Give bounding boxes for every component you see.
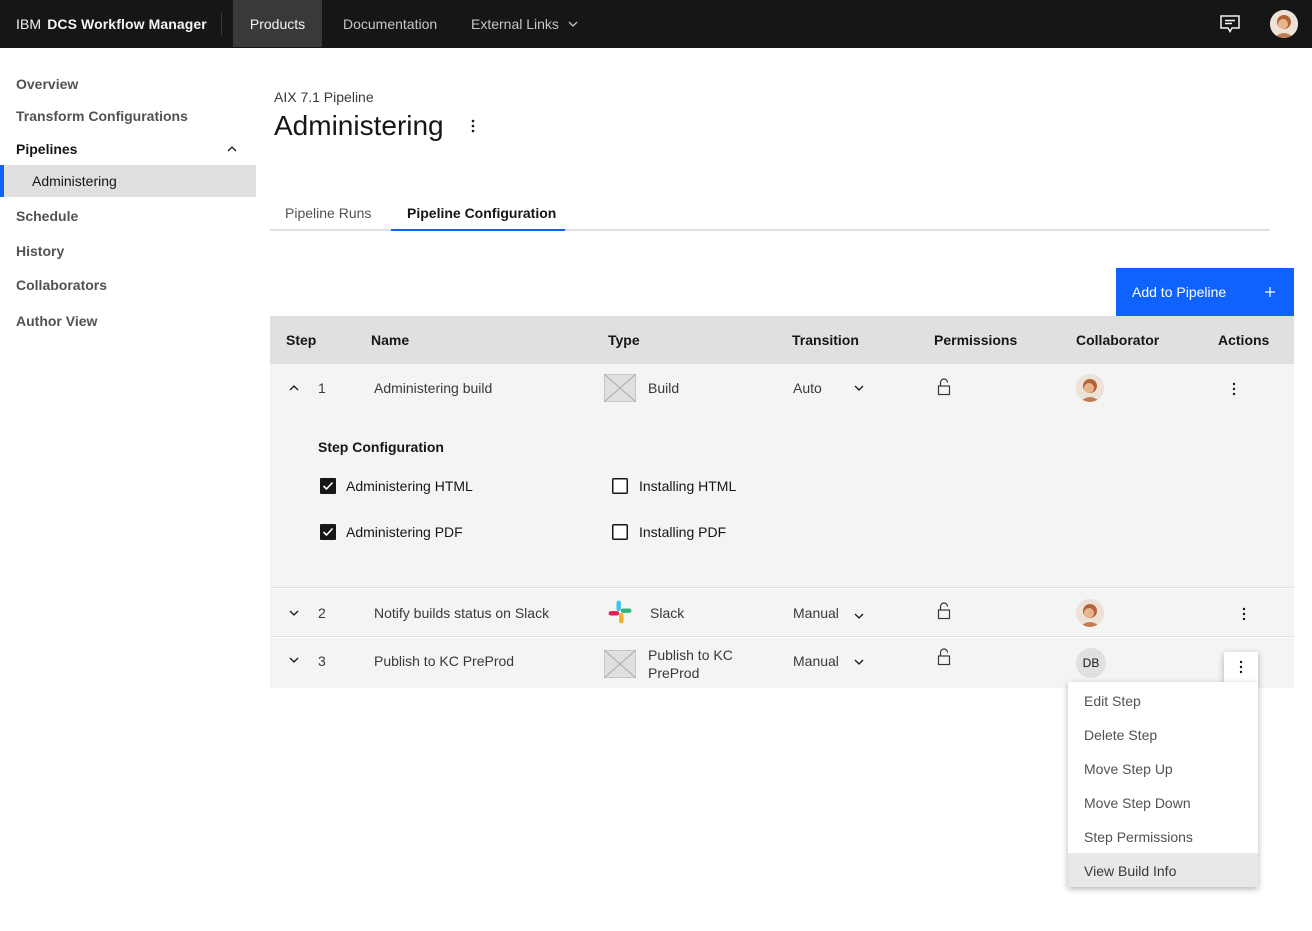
nav-products[interactable]: Products <box>233 0 322 47</box>
column-header-permissions: Permissions <box>934 332 1018 348</box>
column-header-collaborator: Collaborator <box>1076 332 1160 348</box>
sidebar-item-collaborators[interactable]: Collaborators <box>16 277 107 293</box>
image-placeholder-icon <box>604 650 636 678</box>
tab-pipeline-runs[interactable]: Pipeline Runs <box>285 195 371 231</box>
transition-select[interactable]: Manual <box>793 605 839 621</box>
user-avatar[interactable] <box>1270 10 1298 38</box>
brand[interactable]: IBM DCS Workflow Manager <box>16 0 207 47</box>
menu-item-delete-step[interactable]: Delete Step <box>1068 717 1258 751</box>
step-number: 2 <box>318 605 326 621</box>
unlock-icon[interactable] <box>937 648 951 666</box>
chevron-down-icon[interactable] <box>853 382 865 394</box>
table-header: Step Name Type Transition Permissions Co… <box>270 316 1294 364</box>
sidebar-item-administering-label: Administering <box>32 173 117 189</box>
add-to-pipeline-label: Add to Pipeline <box>1132 284 1227 300</box>
add-icon <box>1265 287 1275 297</box>
slack-icon <box>608 600 632 624</box>
nav-external-links[interactable]: External Links <box>471 0 579 47</box>
nav-documentation[interactable]: Documentation <box>343 0 437 47</box>
chat-icon[interactable] <box>1218 12 1242 36</box>
overflow-menu: Edit Step Delete Step Move Step Up Move … <box>1068 682 1258 887</box>
step-type: Build <box>648 380 680 396</box>
column-header-actions: Actions <box>1218 332 1270 348</box>
step-type: Slack <box>650 605 685 621</box>
step-type-line1: Publish to KC <box>648 647 733 663</box>
image-placeholder-icon <box>604 374 636 402</box>
overflow-menu-trigger[interactable] <box>1224 652 1258 682</box>
nav-external-links-label: External Links <box>471 15 559 32</box>
chevron-down-icon[interactable] <box>853 656 865 668</box>
transition-select[interactable]: Auto <box>793 380 822 396</box>
checkbox-installing-html[interactable] <box>612 478 628 494</box>
checkbox-label: Administering PDF <box>346 524 463 540</box>
sidebar-item-history[interactable]: History <box>16 243 64 259</box>
menu-item-move-step-down[interactable]: Move Step Down <box>1068 785 1258 819</box>
unlock-icon[interactable] <box>937 378 951 396</box>
brand-prefix: IBM <box>16 15 42 32</box>
table-row: 3 Publish to KC PreProd Publish to KC Pr… <box>270 638 1294 688</box>
step-number: 3 <box>318 653 326 669</box>
overflow-menu-icon <box>1239 660 1243 674</box>
sidebar-item-overview[interactable]: Overview <box>16 76 78 92</box>
checkbox-installing-pdf[interactable] <box>612 524 628 540</box>
breadcrumb[interactable]: AIX 7.1 Pipeline <box>274 89 374 105</box>
checkbox-administering-pdf[interactable] <box>320 524 336 540</box>
chevron-down-icon <box>568 21 578 27</box>
page-title: Administering <box>274 110 444 141</box>
brand-name: DCS Workflow Manager <box>47 15 207 32</box>
overflow-menu-icon[interactable] <box>1232 382 1236 396</box>
step-number: 1 <box>318 380 326 396</box>
sidebar-item-schedule[interactable]: Schedule <box>16 208 78 224</box>
chevron-down-icon[interactable] <box>853 610 865 622</box>
checkbox-administering-html[interactable] <box>320 478 336 494</box>
transition-select[interactable]: Manual <box>793 653 839 669</box>
menu-item-view-build-info[interactable]: View Build Info <box>1068 853 1258 887</box>
column-header-type: Type <box>608 332 640 348</box>
collaborator-avatar[interactable] <box>1076 599 1104 627</box>
column-header-transition: Transition <box>792 332 859 348</box>
header-divider <box>221 12 222 36</box>
sidebar-item-transform-configurations[interactable]: Transform Configurations <box>16 108 188 124</box>
chevron-up-icon[interactable] <box>226 143 238 155</box>
checkbox-label: Installing HTML <box>639 478 737 494</box>
top-header: IBM DCS Workflow Manager Products Docume… <box>0 0 1312 48</box>
add-to-pipeline-button[interactable]: Add to Pipeline <box>1116 268 1294 316</box>
step-name: Publish to KC PreProd <box>374 653 515 669</box>
table-row: 2 Notify builds status on Slack Slack Ma… <box>270 589 1294 637</box>
step-type-line2: PreProd <box>648 665 700 681</box>
column-header-step: Step <box>286 332 317 348</box>
step-name: Administering build <box>374 380 493 396</box>
table-row: 1 Administering build Build Auto Step Co… <box>270 364 1294 588</box>
tab-pipeline-configuration[interactable]: Pipeline Configuration <box>391 195 565 231</box>
overflow-menu-icon[interactable] <box>466 117 480 135</box>
overflow-menu-icon[interactable] <box>1242 607 1246 621</box>
checkbox-label: Administering HTML <box>346 478 473 494</box>
menu-item-move-step-up[interactable]: Move Step Up <box>1068 751 1258 785</box>
step-configuration-title: Step Configuration <box>318 439 444 455</box>
collaborator-avatar[interactable] <box>1076 374 1104 402</box>
tab-list: Pipeline Runs Pipeline Configuration <box>270 195 1270 231</box>
checkbox-label: Installing PDF <box>639 524 727 540</box>
sidebar-item-administering[interactable]: Administering <box>0 165 256 197</box>
sidebar-item-pipelines[interactable]: Pipelines <box>16 141 77 157</box>
unlock-icon[interactable] <box>937 602 951 620</box>
chevron-down-icon[interactable] <box>288 607 300 619</box>
step-name: Notify builds status on Slack <box>374 605 550 621</box>
menu-item-step-permissions[interactable]: Step Permissions <box>1068 819 1258 853</box>
menu-item-edit-step[interactable]: Edit Step <box>1068 683 1258 717</box>
column-header-name: Name <box>371 332 410 348</box>
collaborator-initials-avatar[interactable]: DB <box>1076 648 1106 678</box>
sidebar-item-author-view[interactable]: Author View <box>16 313 97 329</box>
chevron-down-icon[interactable] <box>288 654 300 666</box>
chevron-up-icon[interactable] <box>288 382 300 394</box>
